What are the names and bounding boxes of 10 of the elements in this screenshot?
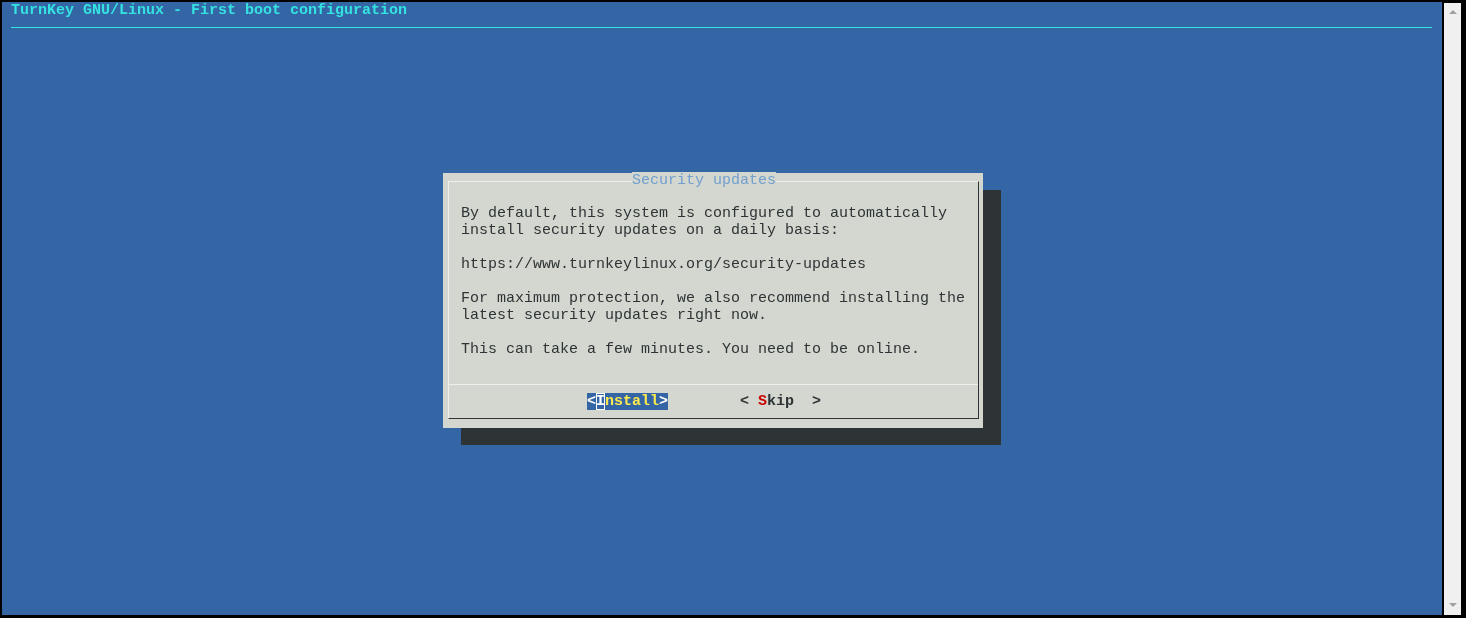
scroll-up-icon[interactable]	[1448, 10, 1457, 14]
dialog-title: Security updates	[632, 172, 777, 189]
message-text: https://www.turnkeylinux.org/security-updates	[461, 255, 868, 273]
message-text: For maximum protection, we also recommend installing the latest security updates right now.	[461, 289, 967, 324]
dialog-button[interactable]: < Skip >	[740, 392, 822, 410]
message-text: By default, this system is configured to automatically install security updates on a daily basis:	[461, 204, 949, 239]
scroll-down-icon[interactable]	[1448, 603, 1457, 607]
backtitle: TurnKey GNU/Linux - First boot configuration	[11, 2, 408, 19]
message-text: This can take a few minutes. You need to be online.	[461, 340, 922, 358]
scrollbar[interactable]	[1444, 3, 1461, 615]
